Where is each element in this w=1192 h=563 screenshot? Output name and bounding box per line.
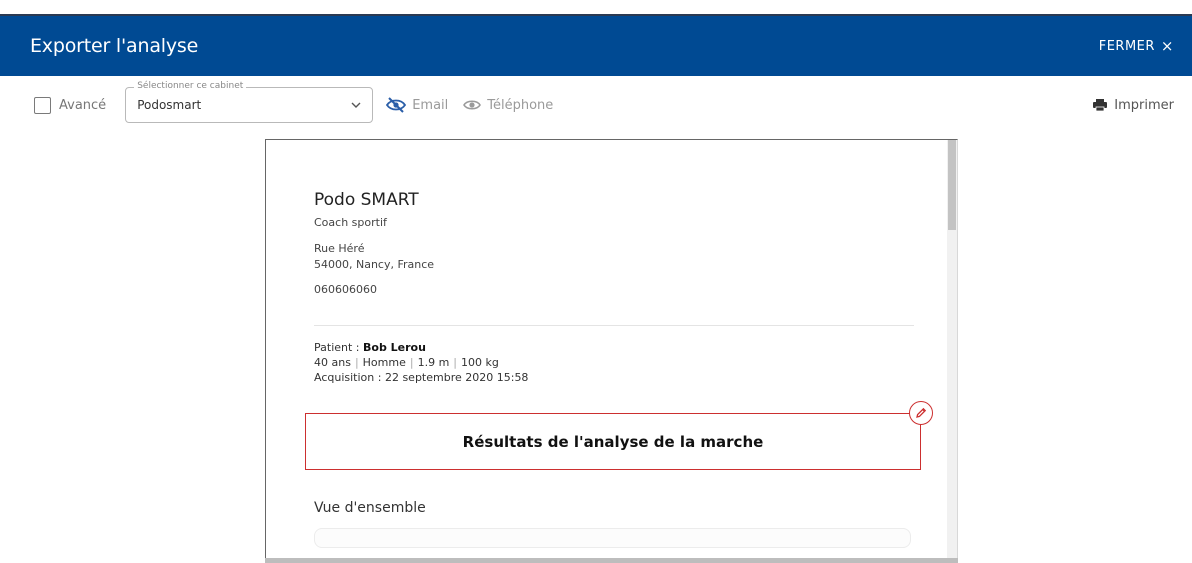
patient-height: 1.9 m <box>417 356 450 369</box>
cabinet-selected-value: Podosmart <box>137 98 202 112</box>
eye-icon <box>463 100 482 110</box>
phone-label: Téléphone <box>487 97 554 113</box>
edit-title-button[interactable] <box>909 401 933 425</box>
dialog-title: Exporter l'analyse <box>30 35 199 57</box>
document-preview-area: Podo SMART Coach sportif Rue Héré 54000,… <box>0 134 1192 563</box>
email-visibility-toggle[interactable]: Email <box>385 96 448 114</box>
print-button[interactable]: Imprimer <box>1092 98 1174 113</box>
window-top-strip <box>0 0 1192 14</box>
overview-card <box>314 528 911 548</box>
patient-prefix: Patient : <box>314 341 364 354</box>
patient-age: 40 ans <box>314 356 351 369</box>
cabinet-select[interactable]: Sélectionner ce cabinet Podosmart <box>125 81 374 123</box>
email-label: Email <box>412 97 449 113</box>
patient-line: Patient : Bob Lerou <box>314 341 426 354</box>
company-phone: 060606060 <box>314 283 377 296</box>
company-city: 54000, Nancy, France <box>314 258 435 271</box>
close-icon: × <box>1160 37 1174 55</box>
results-title: Résultats de l'analyse de la marche <box>462 432 764 451</box>
overview-section-title: Vue d'ensemble <box>314 500 426 516</box>
results-title-box[interactable]: Résultats de l'analyse de la marche <box>305 401 933 470</box>
separator: | <box>409 356 414 369</box>
separator: | <box>354 356 359 369</box>
export-toolbar: Avancé Sélectionner ce cabinet Podosmart… <box>0 76 1192 134</box>
section-divider <box>314 325 914 326</box>
separator: | <box>453 356 458 369</box>
close-label: FERMER <box>1098 38 1155 54</box>
acquisition-date: Acquisition : 22 septembre 2020 15:58 <box>314 371 529 384</box>
phone-visibility-toggle[interactable]: Téléphone <box>462 97 553 113</box>
company-street: Rue Héré <box>314 242 365 255</box>
app-header: Exporter l'analyse FERMER × <box>0 14 1192 76</box>
scrollbar-thumb[interactable] <box>948 140 956 230</box>
eye-off-icon <box>386 97 407 113</box>
printer-icon <box>1093 99 1108 112</box>
patient-stats: 40 ans | Homme | 1.9 m | 100 kg <box>314 356 499 369</box>
patient-weight: 100 kg <box>461 356 499 369</box>
cabinet-select-legend: Sélectionner ce cabinet <box>134 81 247 91</box>
company-name: Podo SMART <box>314 190 419 210</box>
advanced-checkbox[interactable]: Avancé <box>34 96 107 114</box>
advanced-label: Avancé <box>59 97 107 113</box>
checkbox-box[interactable] <box>34 96 51 114</box>
company-subtitle: Coach sportif <box>314 216 387 229</box>
document-page: Podo SMART Coach sportif Rue Héré 54000,… <box>265 139 958 563</box>
print-label: Imprimer <box>1114 97 1174 113</box>
pencil-icon <box>916 407 927 418</box>
page-bottom-edge <box>265 558 958 563</box>
chevron-down-icon <box>351 102 361 108</box>
close-button[interactable]: FERMER × <box>1099 37 1174 55</box>
patient-sex: Homme <box>362 356 406 369</box>
document-scrollbar[interactable] <box>947 140 957 563</box>
patient-name: Bob Lerou <box>363 341 426 354</box>
